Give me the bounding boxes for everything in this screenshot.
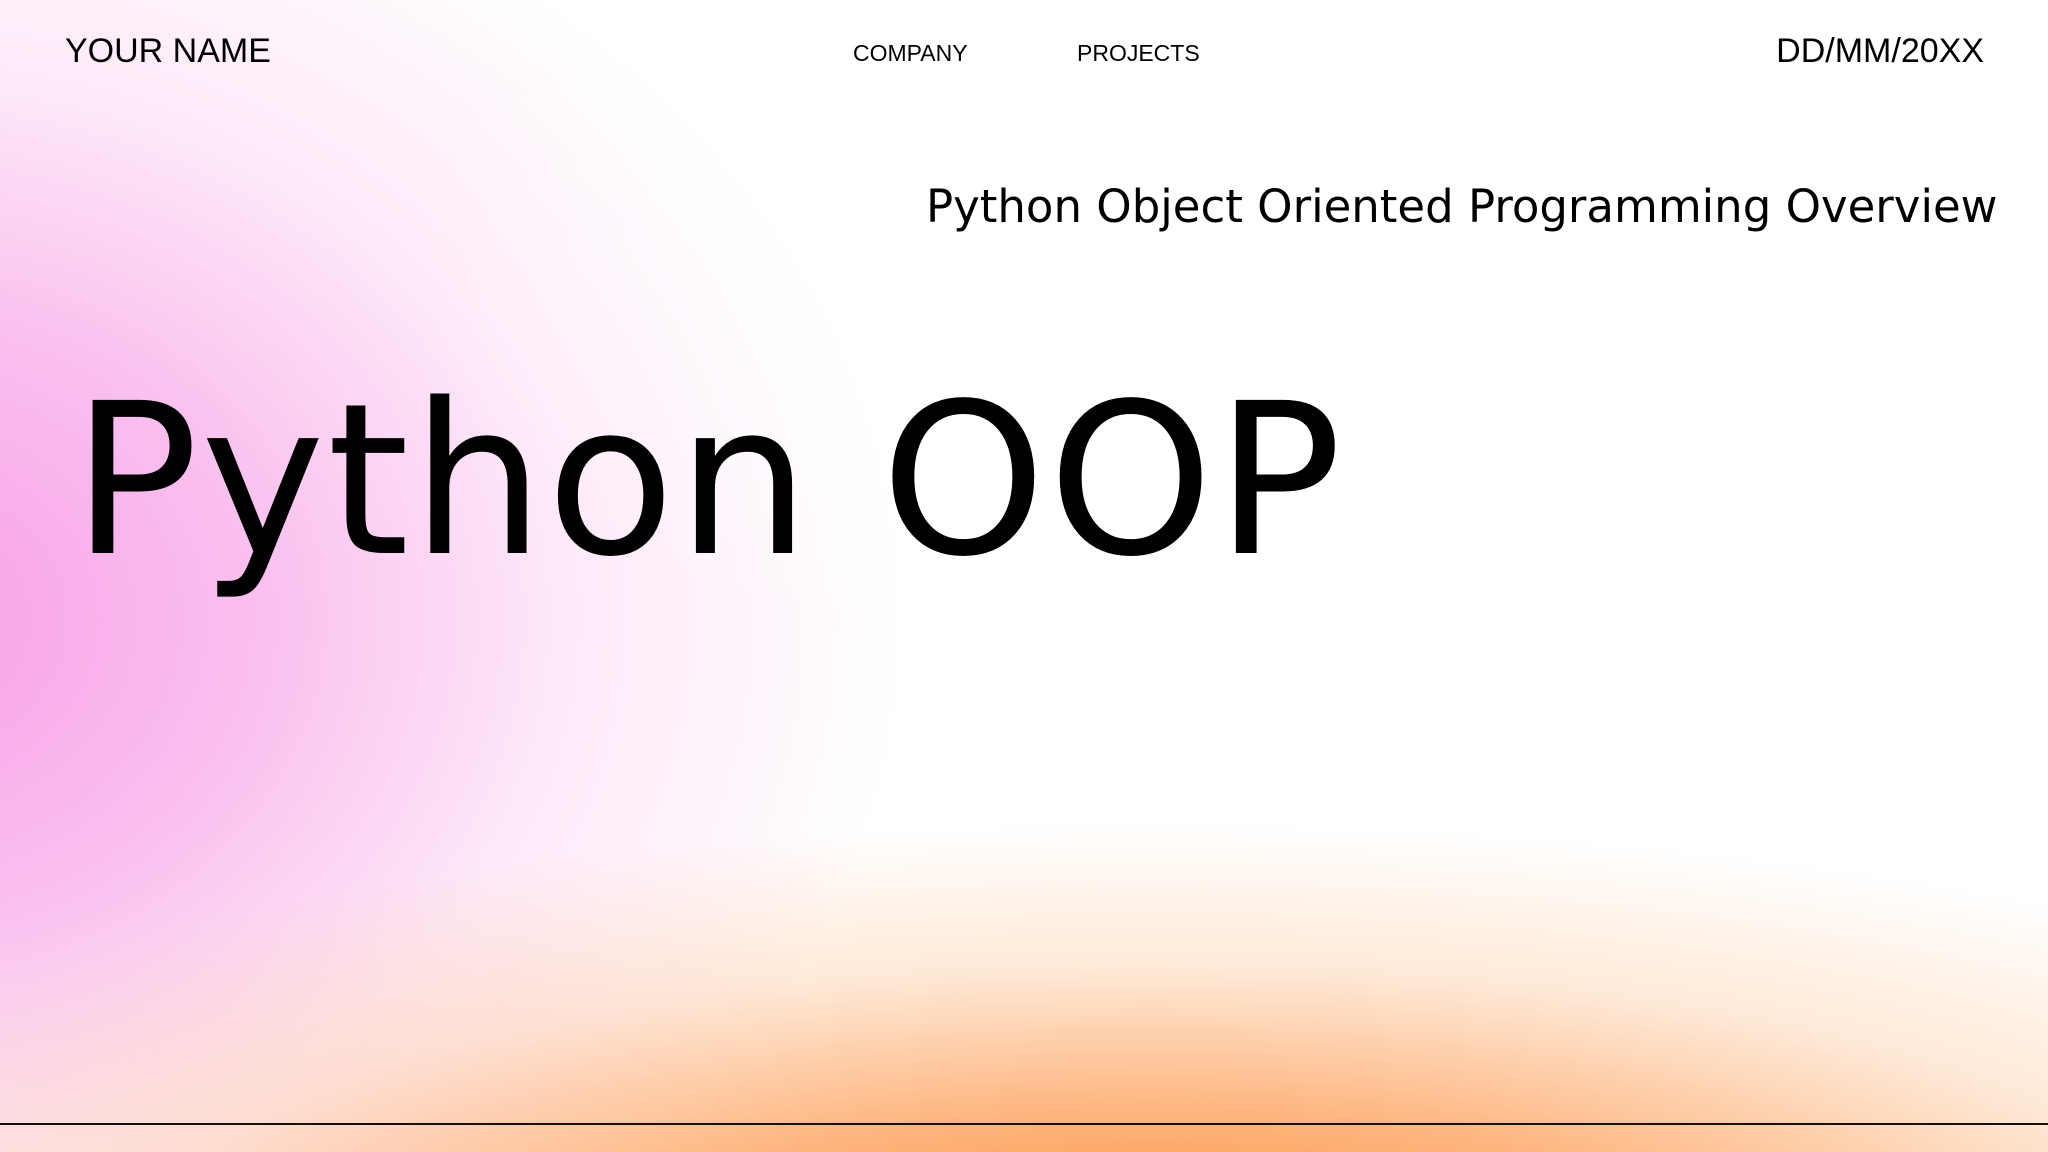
nav-item-company[interactable]: COMPANY: [853, 40, 968, 67]
slide-canvas: YOUR NAME COMPANY PROJECTS DD/MM/20XX Py…: [0, 0, 2048, 1152]
nav-item-projects[interactable]: PROJECTS: [1077, 40, 1200, 67]
slide-subtitle: Python Object Oriented Programming Overv…: [926, 180, 1998, 233]
slide-title: Python OOP: [72, 358, 1344, 603]
date-label: DD/MM/20XX: [1776, 32, 1984, 70]
bottom-divider: [0, 1123, 2048, 1125]
author-name: YOUR NAME: [65, 32, 271, 70]
